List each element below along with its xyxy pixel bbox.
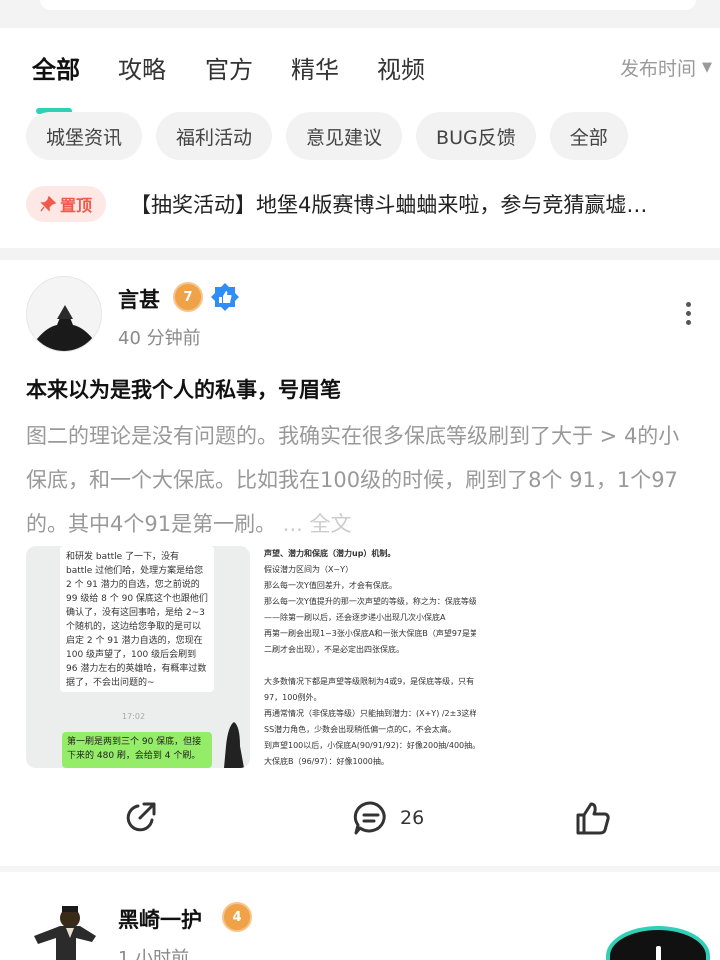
chat-time: 17:02 xyxy=(122,712,146,721)
notes-line: 二刷才会出现），不是必定出四张保底。 xyxy=(264,645,404,654)
notes-line: 声望、潜力和保底（潜力up）机制。 xyxy=(264,549,396,558)
chat-avatar-icon xyxy=(224,722,244,768)
comment-count: 26 xyxy=(400,807,425,829)
level-badge: 4 xyxy=(222,902,252,932)
author-name[interactable]: 黑崎一护 xyxy=(118,904,202,934)
post-divider xyxy=(0,866,720,872)
filter-chips: 城堡资讯 福利活动 意见建议 BUG反馈 全部 xyxy=(26,112,628,160)
plus-icon xyxy=(656,946,661,960)
pinned-badge: 置顶 xyxy=(26,186,106,222)
verified-icon xyxy=(211,283,239,311)
avatar[interactable] xyxy=(26,276,102,352)
thumbs-up-icon xyxy=(576,802,610,835)
more-options-icon[interactable] xyxy=(678,298,698,328)
notes-line: SS潜力角色，少数会出现稍低偏一点的C，不会太高。 xyxy=(264,725,456,734)
floating-action-button[interactable] xyxy=(606,926,710,960)
notes-line: 大保底B（96/97）：好像1000抽。 xyxy=(264,757,389,766)
notes-line: 再第一刷会出现1~3张小保底A和一张大保底B（声望97是第 xyxy=(264,629,476,638)
notes-line: 那么每一次Y值提升的那一次声望的等级，称之为：保底等级 xyxy=(264,597,476,606)
level-badge: 7 xyxy=(173,282,203,312)
share-button[interactable] xyxy=(122,800,158,836)
notes-line xyxy=(264,658,476,674)
search-bar[interactable] xyxy=(40,0,696,10)
comment-icon xyxy=(353,801,386,835)
post-time: 40 分钟前 xyxy=(118,328,201,349)
chip-welfare[interactable]: 福利活动 xyxy=(156,112,273,160)
share-icon xyxy=(126,802,156,832)
pin-icon xyxy=(40,196,56,212)
post-image-notes[interactable]: 声望、潜力和保底（潜力up）机制。 假设潜力区间为（X~Y） 那么每一次Y值回差升，… xyxy=(254,546,480,768)
sort-dropdown[interactable]: 发布时间 ▼ xyxy=(620,54,712,81)
post-body-text: 图二的理论是没有问题的。我确实在很多保底等级刷到了大于 > 4的小保底，和一个大… xyxy=(26,424,680,536)
notes-line: 假设潜力区间为（X~Y） xyxy=(264,565,354,574)
post-body[interactable]: 图二的理论是没有问题的。我确实在很多保底等级刷到了大于 > 4的小保底，和一个大… xyxy=(26,414,696,546)
post-body-ellipsis: ... xyxy=(282,512,303,536)
pinned-badge-label: 置顶 xyxy=(59,196,92,215)
level-number: 7 xyxy=(183,289,193,305)
pinned-post[interactable]: 置顶 【抽奖活动】地堡4版赛博斗蛐蛐来啦，参与竞猜赢墟… xyxy=(26,184,706,224)
search-area xyxy=(0,0,720,28)
avatar-image xyxy=(27,277,101,351)
caret-down-icon: ▼ xyxy=(702,60,712,75)
tab-all[interactable]: 全部 xyxy=(32,50,80,85)
author-name[interactable]: 言甚 xyxy=(118,284,160,314)
chip-all[interactable]: 全部 xyxy=(549,112,628,160)
notes-line: 大多数情况下都是声望等级限制为4或9，是保底等级，只有 xyxy=(264,677,475,686)
tab-videos[interactable]: 视频 xyxy=(377,50,425,85)
notes-line: 再通常情况（非保底等级）只能抽到潜力：(X+Y) /2±3这样的 xyxy=(264,709,476,718)
tab-featured[interactable]: 精华 xyxy=(291,50,339,85)
post-image-chat[interactable]: 和研发 battle 了一下，没有 battle 过他们哈，处理方案是给您 2 … xyxy=(26,546,250,768)
chip-castle-news[interactable]: 城堡资讯 xyxy=(26,112,143,160)
category-tabs: 全部 攻略 官方 精华 视频 发布时间 ▼ xyxy=(0,28,720,114)
pinned-title: 【抽奖活动】地堡4版赛博斗蛐蛐来啦，参与竞猜赢墟… xyxy=(130,193,648,217)
post-title[interactable]: 本来以为是我个人的私事，号眉笔 xyxy=(26,374,341,404)
avatar-image xyxy=(26,896,102,960)
level-number: 4 xyxy=(232,909,242,925)
avatar[interactable] xyxy=(26,896,102,960)
sort-label: 发布时间 xyxy=(619,58,696,80)
chat-reply: 第一刷是两到三个 90 保底，但接下来的 480 刷，会给到 4 个刷。 xyxy=(62,732,212,768)
section-divider xyxy=(0,248,720,260)
tab-official[interactable]: 官方 xyxy=(205,50,253,85)
notes-line: ——除第一刷以后，还会逐步递小出现几次小保底A xyxy=(264,613,446,622)
chat-message: 和研发 battle 了一下，没有 battle 过他们哈，处理方案是给您 2 … xyxy=(60,546,214,692)
tab-guides[interactable]: 攻略 xyxy=(118,50,166,85)
chip-bug-report[interactable]: BUG反馈 xyxy=(416,112,536,160)
notes-text: 声望、潜力和保底（潜力up）机制。 假设潜力区间为（X~Y） 那么每一次Y值回差升，… xyxy=(254,546,480,768)
full-text-link[interactable]: 全文 xyxy=(310,512,352,536)
chip-suggestions[interactable]: 意见建议 xyxy=(286,112,403,160)
like-button[interactable] xyxy=(574,800,612,836)
notes-line: 到声望100以后，小保底A(90/91/92)：好像200抽/400抽。 xyxy=(264,741,476,750)
notes-line: 那么每一次Y值回差升，才会有保底。 xyxy=(264,581,397,590)
notes-line: 97，100例外。 xyxy=(264,693,322,702)
post-time: 1 小时前 xyxy=(118,948,190,960)
comment-button[interactable]: 26 xyxy=(352,800,424,836)
